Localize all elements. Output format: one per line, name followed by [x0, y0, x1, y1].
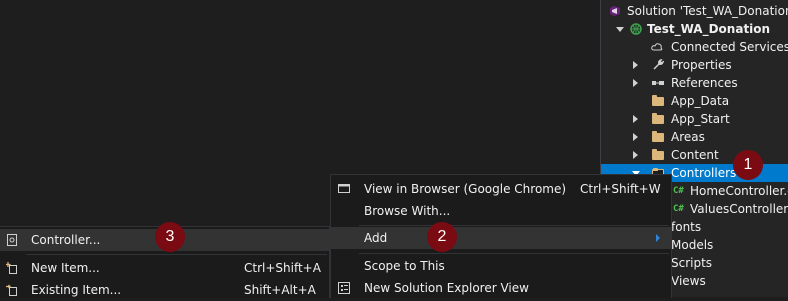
step-badge-3: 3: [155, 222, 185, 252]
context-menu: View in Browser (Google Chrome) Ctrl+Shi…: [330, 174, 672, 298]
menu-separator: [359, 253, 669, 254]
menu-item-existing-item[interactable]: Existing Item... Shift+Alt+A: [0, 279, 329, 301]
expand-caret-icon[interactable]: [633, 115, 638, 123]
menu-item-label: New Item...: [31, 261, 100, 275]
menu-item-label: Scope to This: [364, 259, 445, 273]
menu-item-shortcut: Shift+Alt+A: [244, 283, 316, 297]
wrench-icon: [653, 59, 664, 70]
tree-item-app-data[interactable]: App_Data: [601, 92, 788, 110]
tree-item-label: Views: [671, 274, 706, 288]
menu-item-label: Existing Item...: [31, 283, 122, 297]
menu-item-view-in-browser[interactable]: View in Browser (Google Chrome) Ctrl+Shi…: [331, 178, 671, 200]
references-icon: [652, 81, 664, 85]
expand-caret-icon[interactable]: [633, 133, 638, 141]
menu-item-new-solution-explorer-view[interactable]: New Solution Explorer View: [331, 277, 671, 299]
tree-item-label: Content: [671, 148, 719, 162]
step-badge-1: 1: [733, 150, 763, 180]
tree-item-connected-services[interactable]: Connected Services: [601, 38, 788, 56]
step-badge-2: 2: [427, 222, 457, 252]
menu-item-new-item[interactable]: New Item... Ctrl+Shift+A: [0, 257, 329, 279]
browser-icon: [338, 184, 350, 193]
tree-item-label: HomeController.cs: [690, 184, 788, 198]
expand-caret-icon[interactable]: [616, 27, 624, 32]
menu-separator: [26, 254, 327, 255]
tree-item-properties[interactable]: Properties: [601, 56, 788, 74]
solution-label: Solution 'Test_WA_Donation': [627, 4, 788, 18]
tree-item-label: Connected Services: [671, 40, 788, 54]
menu-separator: [359, 225, 669, 226]
cloud-icon: [651, 43, 663, 51]
submenu-arrow-icon: [656, 234, 660, 242]
tree-item-label: Areas: [671, 130, 705, 144]
expand-caret-icon[interactable]: [633, 61, 638, 69]
tree-item-references[interactable]: References: [601, 74, 788, 92]
solution-node[interactable]: Solution 'Test_WA_Donation': [601, 2, 788, 20]
menu-item-label: Add: [364, 231, 388, 245]
folder-icon: [652, 131, 664, 142]
menu-item-shortcut: Ctrl+Shift+A: [244, 261, 321, 275]
menu-item-scope-to-this[interactable]: Scope to This: [331, 255, 671, 277]
tree-item-label: Properties: [671, 58, 732, 72]
tree-item-label: App_Data: [671, 94, 730, 108]
csharp-file-icon: C#: [673, 204, 684, 214]
tree-item-app-start[interactable]: App_Start: [601, 110, 788, 128]
expand-caret-icon[interactable]: [633, 151, 638, 159]
web-project-icon: [630, 23, 642, 35]
project-label: Test_WA_Donation: [647, 22, 771, 36]
tree-item-label: Controllers: [671, 166, 737, 180]
menu-item-browse-with[interactable]: Browse With...: [331, 200, 671, 222]
tree-item-label: Models: [671, 238, 714, 252]
controller-icon: [7, 234, 17, 246]
tree-item-label: Scripts: [671, 256, 713, 270]
existing-item-icon: [6, 284, 17, 296]
menu-item-shortcut: Ctrl+Shift+W: [580, 182, 661, 196]
expand-caret-icon[interactable]: [633, 79, 638, 87]
visual-studio-solution-icon: [610, 6, 620, 16]
tree-item-label: App_Start: [671, 112, 730, 126]
tree-item-label: ValuesController.cs: [690, 202, 788, 216]
folder-icon: [652, 149, 664, 160]
tree-item-label: References: [671, 76, 738, 90]
new-item-icon: [6, 262, 17, 274]
csharp-file-icon: C#: [673, 186, 684, 196]
menu-item-label: Browse With...: [364, 204, 451, 218]
tree-item-label: fonts: [671, 220, 702, 234]
menu-item-label: Controller...: [31, 233, 101, 247]
folder-icon: [652, 95, 664, 106]
tree-item-areas[interactable]: Areas: [601, 128, 788, 146]
menu-item-label: New Solution Explorer View: [364, 281, 529, 295]
folder-icon: [652, 113, 664, 124]
solution-explorer-view-icon: [338, 282, 350, 294]
project-node[interactable]: Test_WA_Donation: [601, 20, 788, 38]
menu-item-label: View in Browser (Google Chrome): [364, 182, 567, 196]
menu-item-add[interactable]: Add: [331, 227, 671, 249]
